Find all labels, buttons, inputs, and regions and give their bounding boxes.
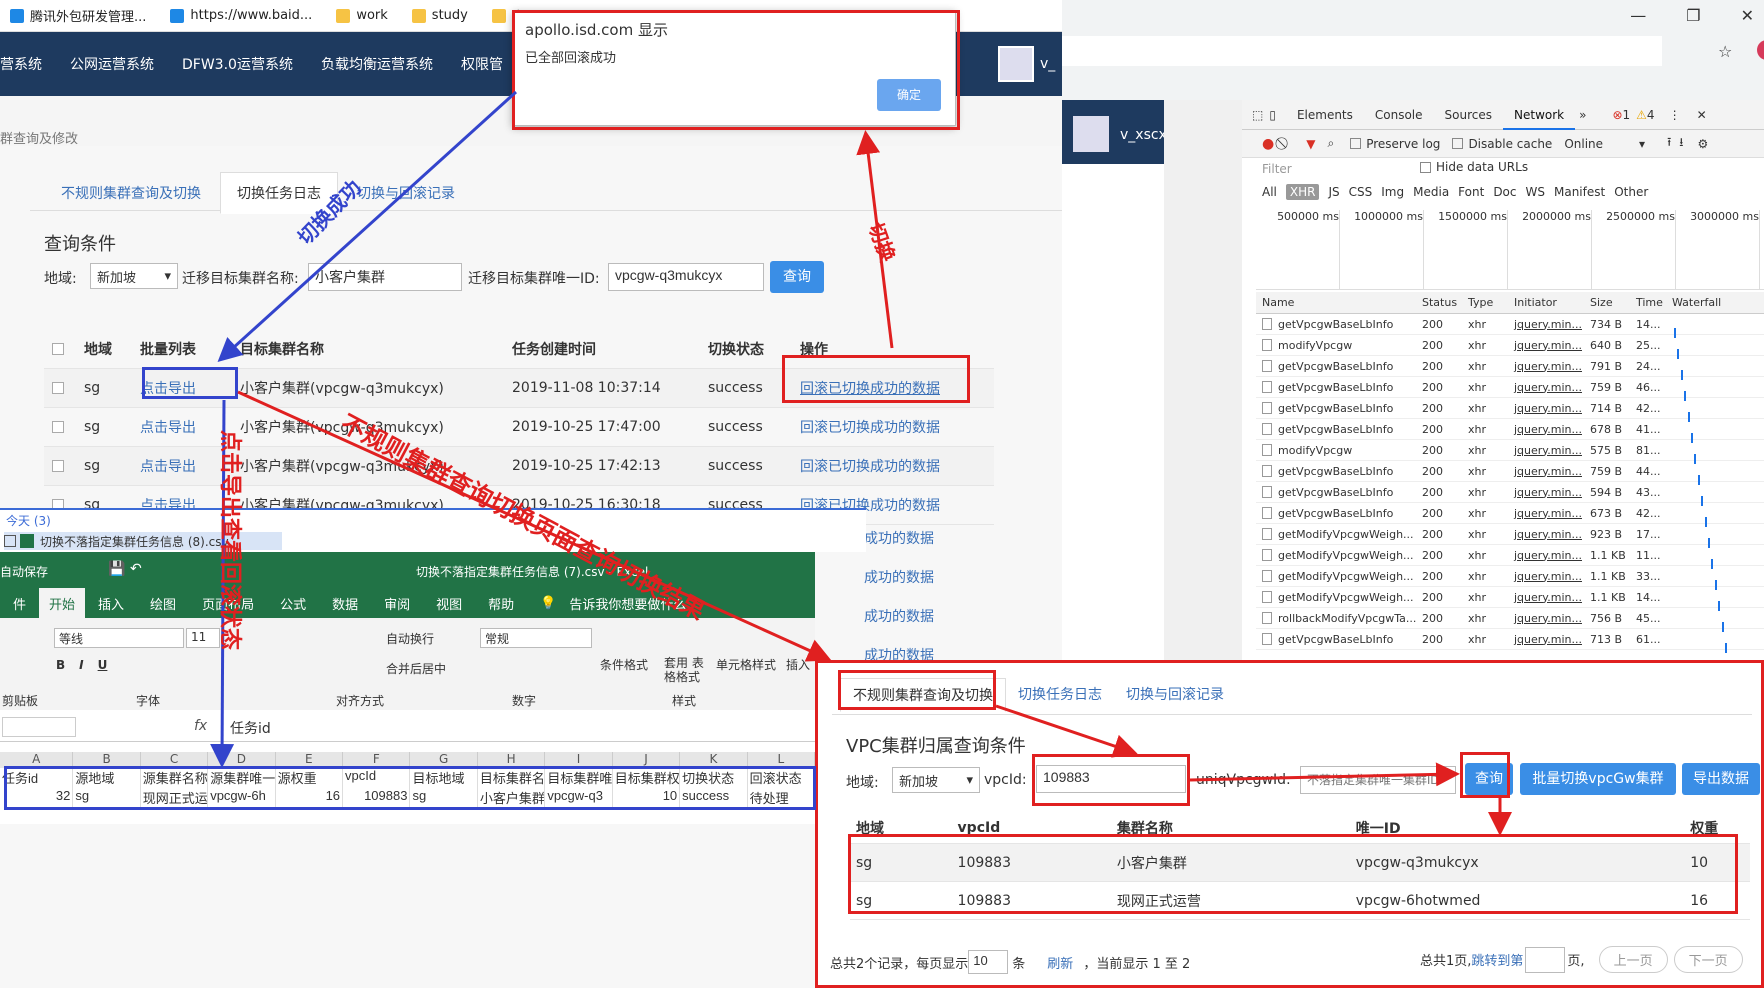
arrow-to-vpcid	[995, 704, 1138, 758]
annotation-export-check: 点击导出查看回滚状态	[217, 430, 242, 651]
annotation-arrows	[210, 90, 1512, 836]
arrow-to-query	[1189, 762, 1460, 787]
arrow-switch-success	[217, 90, 518, 363]
